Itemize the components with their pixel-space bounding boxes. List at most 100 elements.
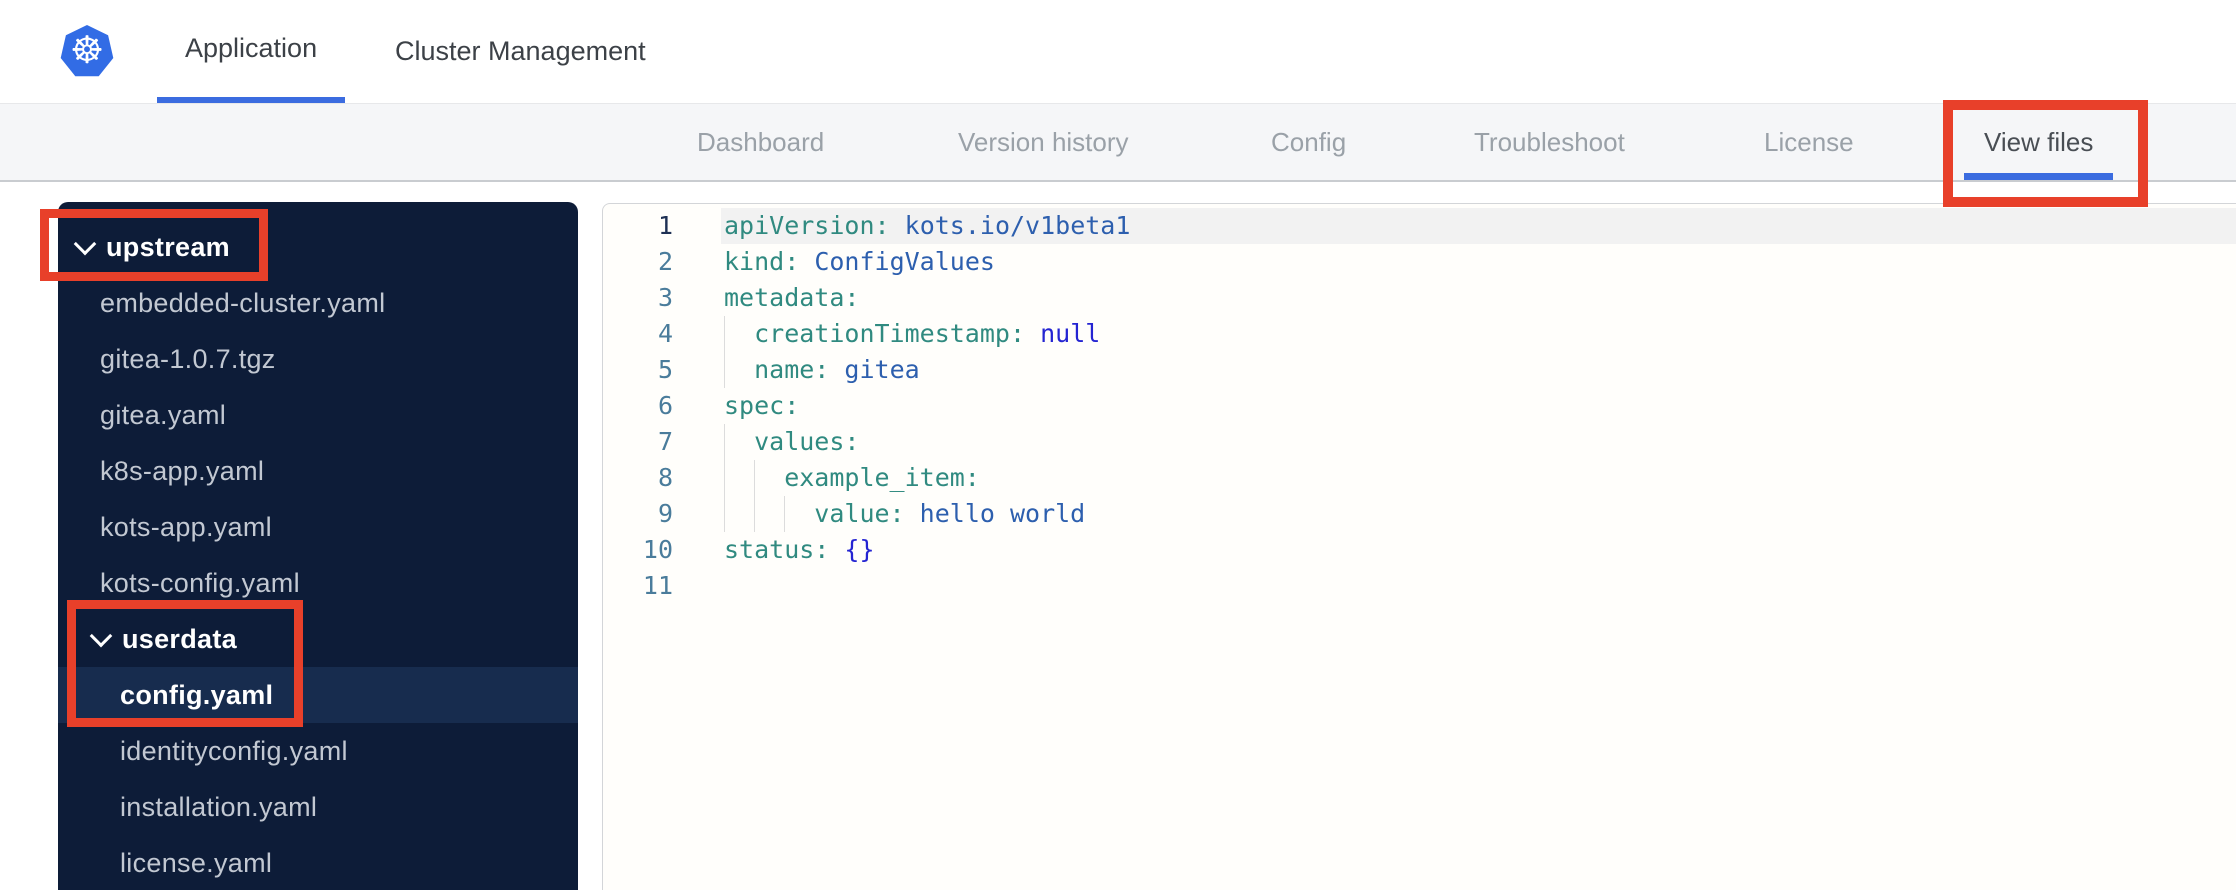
code-line-10[interactable]: status: {} [721, 532, 2236, 568]
tree-item-label: installation.yaml [120, 791, 318, 822]
tree-item-label: kots-config.yaml [100, 567, 300, 598]
tree-item-label: userdata [122, 623, 237, 654]
kubernetes-logo-icon: ☸ [60, 25, 114, 77]
indent-guide [724, 424, 725, 460]
code-line-text: spec: [724, 388, 799, 424]
tree-file-gitea-yaml[interactable]: gitea.yaml [58, 387, 578, 443]
tree-file-license-yaml[interactable]: license.yaml [58, 835, 578, 890]
code-line-text: status: {} [724, 532, 875, 568]
app-subnav: Dashboard Version history Config Troublesho… [0, 103, 2236, 182]
tree-file-installation-yaml[interactable]: installation.yaml [58, 779, 578, 835]
nav-tab-version-history[interactable]: Version history [958, 104, 1129, 180]
token-key: kind: [724, 247, 800, 276]
nav-tab-view-files[interactable]: View files [1963, 104, 2114, 180]
editor-code-area[interactable]: apiVersion: kots.io/v1beta1 kind: ConfigV… [721, 208, 2236, 604]
code-line-text: value: hello world [814, 496, 1085, 532]
tree-item-label: gitea-1.0.7.tgz [100, 343, 276, 374]
token-key: name: [754, 355, 830, 384]
tree-item-label: config.yaml [120, 679, 274, 710]
top-tab-application[interactable]: Application [157, 0, 346, 103]
code-line-text: creationTimestamp: null [754, 316, 1100, 352]
tree-folder-upstream[interactable]: upstream [58, 219, 578, 275]
token-key: values: [754, 427, 860, 456]
token-key: spec: [724, 391, 800, 420]
editor-gutter: 1 2 3 4 5 6 7 8 9 10 11 [603, 208, 673, 604]
tree-file-k8s-app-yaml[interactable]: k8s-app.yaml [58, 443, 578, 499]
tree-file-gitea-1-0-7-tgz[interactable]: gitea-1.0.7.tgz [58, 331, 578, 387]
indent-guide [754, 460, 756, 496]
chevron-down-icon [89, 624, 113, 647]
token-val: hello world [919, 499, 1086, 528]
file-tree-sidebar: upstream embedded-cluster.yaml gitea-1.0.7… [58, 202, 578, 890]
code-line-9[interactable]: value: hello world [721, 496, 2236, 532]
code-line-8[interactable]: example_item: [721, 460, 2236, 496]
kots-admin-console: ☸ Application Cluster Management Dashboar… [0, 0, 2236, 890]
tree-file-config-yaml[interactable]: config.yaml [58, 667, 578, 723]
tree-item-label: identityconfig.yaml [120, 735, 348, 766]
nav-tab-troubleshoot[interactable]: Troubleshoot [1474, 104, 1625, 180]
line-number-9: 9 [657, 499, 673, 528]
line-number-6: 6 [657, 391, 673, 420]
code-line-text: apiVersion: kots.io/v1beta1 [724, 208, 1130, 244]
line-number-7: 7 [657, 427, 673, 456]
indent-guide [724, 496, 725, 532]
code-line-5[interactable]: name: gitea [721, 352, 2236, 388]
token-lit: {} [844, 535, 875, 564]
code-line-11[interactable] [721, 568, 2236, 604]
nav-tab-config[interactable]: Config [1271, 104, 1346, 180]
line-number-5: 5 [657, 355, 673, 384]
top-tab-cluster-management[interactable]: Cluster Management [367, 0, 674, 103]
line-number-4: 4 [657, 319, 673, 348]
indent-guide [784, 496, 786, 532]
token-key: value: [814, 499, 905, 528]
token-val: gitea [844, 355, 920, 384]
tree-item-label: embedded-cluster.yaml [100, 287, 386, 318]
topbar: ☸ Application Cluster Management [0, 0, 2236, 103]
line-number-2: 2 [657, 247, 673, 276]
nav-tab-license[interactable]: License [1764, 104, 1854, 180]
code-line-1[interactable]: apiVersion: kots.io/v1beta1 [721, 208, 2236, 244]
code-line-4[interactable]: creationTimestamp: null [721, 316, 2236, 352]
code-line-3[interactable]: metadata: [721, 280, 2236, 316]
token-val: ConfigValues [814, 247, 995, 276]
tree-file-embedded-cluster-yaml[interactable]: embedded-cluster.yaml [58, 275, 578, 331]
tree-item-label: k8s-app.yaml [100, 455, 265, 486]
file-viewer-editor[interactable]: 1 2 3 4 5 6 7 8 9 10 11 apiVersion: kots.io/v1beta… [602, 203, 2236, 890]
token-key: metadata: [724, 283, 860, 312]
token-lit: null [1040, 319, 1101, 348]
code-line-text: example_item: [784, 460, 980, 496]
indent-guide [724, 460, 725, 496]
token-val: kots.io/v1beta1 [904, 211, 1131, 240]
indent-guide [754, 496, 756, 532]
line-number-10: 10 [642, 535, 673, 564]
nav-tab-dashboard[interactable]: Dashboard [697, 104, 824, 180]
tree-folder-userdata[interactable]: userdata [58, 611, 578, 667]
code-line-6[interactable]: spec: [721, 388, 2236, 424]
code-line-7[interactable]: values: [721, 424, 2236, 460]
line-number-11: 11 [642, 571, 673, 600]
helm-wheel-glyph: ☸ [70, 28, 104, 72]
token-key: apiVersion: [724, 211, 890, 240]
tree-item-label: upstream [106, 231, 230, 262]
tree-file-kots-app-yaml[interactable]: kots-app.yaml [58, 499, 578, 555]
line-number-3: 3 [657, 283, 673, 312]
indent-guide [724, 352, 725, 388]
code-line-text: kind: ConfigValues [724, 244, 995, 280]
tree-item-label: kots-app.yaml [100, 511, 272, 542]
kubernetes-logo[interactable]: ☸ [60, 25, 114, 79]
chevron-down-icon [73, 232, 97, 255]
code-line-text: name: gitea [754, 352, 920, 388]
tree-file-identityconfig-yaml[interactable]: identityconfig.yaml [58, 723, 578, 779]
tree-item-label: license.yaml [120, 847, 273, 878]
tree-file-kots-config-yaml[interactable]: kots-config.yaml [58, 555, 578, 611]
tree-item-label: gitea.yaml [100, 399, 227, 430]
code-line-text: values: [754, 424, 859, 460]
code-line-text: metadata: [724, 280, 859, 316]
code-line-2[interactable]: kind: ConfigValues [721, 244, 2236, 280]
line-number-8: 8 [657, 463, 673, 492]
